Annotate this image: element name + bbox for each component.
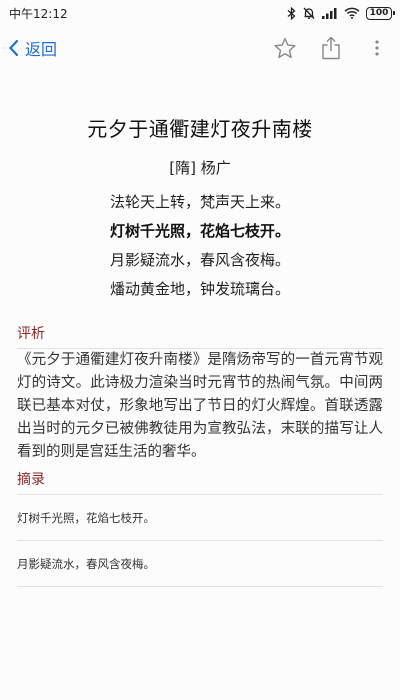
- poem-line: 月影疑流水，春风含夜梅。: [109, 251, 290, 269]
- favorite-button[interactable]: [262, 26, 308, 70]
- chevron-left-icon: [9, 39, 19, 57]
- poem-line: 灯树千光照，花焰七枝开。: [109, 222, 290, 240]
- status-bar: 中午12:12 100: [0, 0, 400, 26]
- signal-icon: [322, 8, 337, 19]
- more-button[interactable]: [354, 26, 400, 70]
- poem-line: 法轮天上转，梵声天上来。: [109, 193, 290, 211]
- wifi-icon: [344, 7, 360, 19]
- status-time: 中午12:12: [9, 6, 68, 21]
- nav-bar: 返回: [0, 26, 400, 70]
- poem-line: 燔动黄金地，钟发琉璃台。: [109, 280, 290, 298]
- poem-author: [隋] 杨广: [169, 159, 231, 177]
- nav-actions: [262, 26, 400, 70]
- article-content: 元夕于通衢建灯夜升南楼 [隋] 杨广 法轮天上转，梵声天上来。 灯树千光照，花焰…: [0, 70, 400, 587]
- commentary-body: 《元夕于通衢建灯夜升南楼》是隋炀帝写的一首元宵节观灯的诗文。此诗极力渲染当时元宵…: [17, 352, 383, 460]
- bluetooth-icon: [287, 6, 296, 20]
- more-icon: [375, 40, 379, 56]
- excerpt-item[interactable]: 灯树千光照，花焰七枝开。: [17, 495, 383, 541]
- share-icon: [322, 36, 340, 60]
- excerpt-title: 摘录: [17, 472, 45, 488]
- back-button[interactable]: 返回: [8, 36, 57, 60]
- share-button[interactable]: [308, 26, 354, 70]
- alarm-muted-icon: [303, 7, 315, 19]
- excerpt-item[interactable]: 月影疑流水，春风含夜梅。: [17, 541, 383, 587]
- back-label: 返回: [25, 40, 58, 59]
- battery-icon: 100: [366, 6, 395, 20]
- commentary-section: 评析 《元夕于通衢建灯夜升南楼》是隋炀帝写的一首元宵节观灯的诗文。此诗极力渲染当…: [0, 324, 400, 587]
- status-icons: 100: [287, 6, 395, 20]
- battery-level: 100: [369, 7, 389, 18]
- poem-body: 法轮天上转，梵声天上来。 灯树千光照，花焰七枝开。 月影疑流水，春风含夜梅。 燔…: [0, 188, 400, 304]
- star-icon: [274, 37, 296, 58]
- poem-title: 元夕于通衢建灯夜升南楼: [87, 117, 313, 141]
- commentary-title: 评析: [17, 326, 45, 342]
